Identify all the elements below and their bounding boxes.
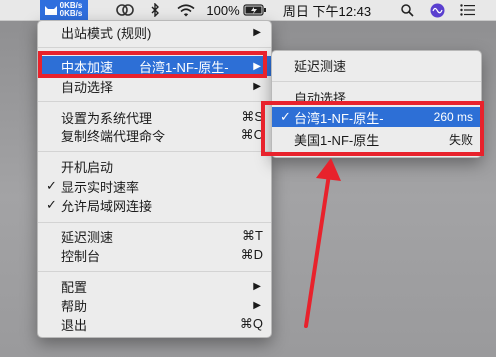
- menu-item-label: 控制台: [61, 248, 101, 264]
- wifi-icon[interactable]: [175, 0, 197, 20]
- menu-item-config[interactable]: 配置 ▶: [38, 276, 271, 296]
- siri-icon[interactable]: [428, 0, 446, 20]
- shortcut-label: ⌘S: [241, 109, 263, 124]
- annotation-box-proxy-nodes: [261, 101, 484, 156]
- menu-item-help[interactable]: 帮助 ▶: [38, 295, 271, 315]
- menu-item-label: 开机启动: [61, 159, 114, 175]
- clock[interactable]: 周日 下午12:43: [278, 0, 376, 20]
- menu-item-label: 设置为系统代理: [61, 110, 153, 126]
- submenu-arrow-icon: ▶: [253, 299, 261, 311]
- menu-item-dashboard[interactable]: 控制台 ⌘D: [38, 245, 271, 265]
- menu-separator: [38, 222, 271, 223]
- menu-item-latency-test[interactable]: 延迟测速 ⌘T: [38, 226, 271, 246]
- menu-separator: [272, 81, 481, 82]
- menu-item-outbound-mode[interactable]: 出站模式 (规则) ▶: [38, 22, 271, 42]
- menu-item-label: 自动选择: [61, 79, 114, 95]
- menu-item-quit[interactable]: 退出 ⌘Q: [38, 314, 271, 334]
- menu-separator: [38, 271, 271, 272]
- creative-cloud-icon[interactable]: [114, 0, 136, 20]
- bluetooth-icon[interactable]: [147, 0, 163, 20]
- menu-item-label: 允许局域网连接: [61, 198, 153, 214]
- submenu-arrow-icon: ▶: [253, 80, 261, 92]
- checkmark-icon: ✓: [46, 197, 57, 212]
- menu-separator: [38, 151, 271, 152]
- menu-item-set-system-proxy[interactable]: 设置为系统代理 ⌘S: [38, 107, 271, 127]
- clashx-status-item[interactable]: 0KB/s 0KB/s: [40, 0, 88, 20]
- shortcut-label: ⌘D: [240, 247, 263, 262]
- clashx-cat-icon: [45, 6, 57, 15]
- annotation-box-proxy-group: [38, 51, 267, 78]
- menu-item-label: 退出: [61, 317, 88, 333]
- menu-item-label: 延迟测速: [61, 229, 114, 245]
- checkmark-icon: ✓: [46, 178, 57, 193]
- menu-separator: [38, 47, 271, 48]
- shortcut-label: ⌘Q: [239, 316, 263, 331]
- menu-item-copy-terminal-command[interactable]: 复制终端代理命令 ⌘C: [38, 125, 271, 145]
- menu-item-auto-select[interactable]: 自动选择 ▶: [38, 76, 271, 96]
- menu-bar: 0KB/s 0KB/s 100% 周日 下午12:43: [0, 0, 496, 21]
- menu-item-label: 显示实时速率: [61, 179, 140, 195]
- notification-center-icon[interactable]: [458, 0, 476, 20]
- menu-item-label: 延迟测速: [294, 58, 347, 74]
- download-speed: 0KB/s: [59, 9, 83, 18]
- submenu-arrow-icon: ▶: [253, 280, 261, 292]
- menu-item-label: 出站模式 (规则): [61, 25, 152, 41]
- menu-item-show-speed[interactable]: ✓ 显示实时速率: [38, 176, 271, 196]
- submenu-arrow-icon: ▶: [253, 26, 261, 38]
- menu-item-label: 帮助: [61, 298, 88, 314]
- menu-item-label: 复制终端代理命令: [61, 128, 166, 144]
- submenu-item-latency-test[interactable]: 延迟测速: [272, 55, 481, 75]
- menu-item-launch-at-login[interactable]: 开机启动: [38, 156, 271, 176]
- shortcut-label: ⌘C: [240, 127, 263, 142]
- battery-charging-icon[interactable]: [242, 0, 268, 20]
- menu-item-allow-lan[interactable]: ✓ 允许局域网连接: [38, 195, 271, 215]
- clock-text: 周日 下午12:43: [282, 3, 372, 19]
- menu-separator: [38, 101, 271, 102]
- spotlight-search-icon[interactable]: [398, 0, 416, 20]
- battery-percentage: 100%: [206, 2, 240, 18]
- menu-item-label: 配置: [61, 279, 88, 295]
- shortcut-label: ⌘T: [242, 228, 263, 243]
